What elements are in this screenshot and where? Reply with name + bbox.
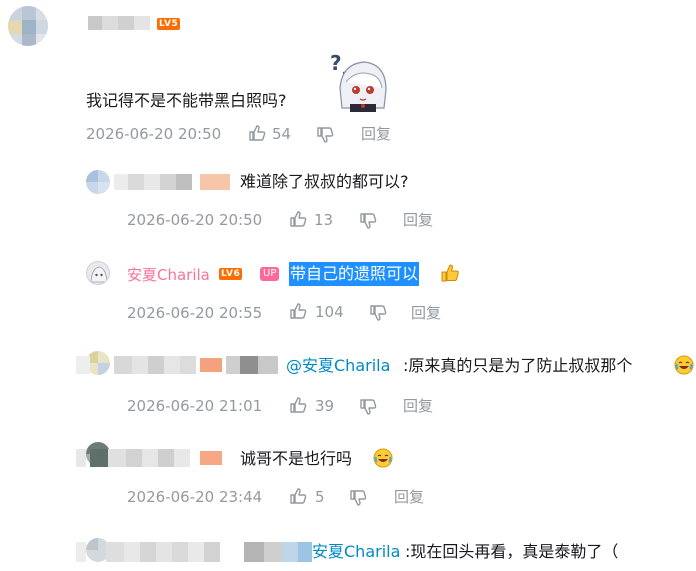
username-blurred[interactable]: [76, 542, 312, 562]
comment-time: 2026-06-20 20:55: [127, 304, 263, 322]
mention-link[interactable]: 安夏Charila: [312, 541, 400, 563]
comment-text: 难道除了叔叔的都可以?: [240, 172, 409, 191]
avatar[interactable]: [8, 6, 48, 46]
thumbs-up-icon[interactable]: [289, 210, 307, 228]
comment-time: 2026-06-20 23:44: [127, 488, 263, 506]
username-blurred[interactable]: [76, 449, 224, 467]
like-count: 104: [315, 303, 344, 321]
thumbs-down-icon[interactable]: [316, 126, 334, 144]
reply-button[interactable]: 回复: [411, 303, 441, 323]
thumbs-up-icon[interactable]: [289, 396, 307, 414]
like-count: 13: [314, 211, 334, 229]
like-count: 5: [315, 488, 325, 506]
reply-button[interactable]: 回复: [361, 124, 391, 144]
svg-text:?: ?: [330, 51, 342, 75]
mention-link[interactable]: @安夏Charila: [286, 355, 390, 377]
anime-sticker-image: ? ?: [326, 48, 392, 114]
thumbs-up-icon[interactable]: [289, 302, 307, 320]
thumbs-down-icon[interactable]: [349, 489, 367, 507]
like-count: 54: [272, 125, 292, 143]
avatar[interactable]: [86, 170, 110, 194]
up-badge: UP: [260, 267, 280, 281]
laughing-crying-emoji-icon: [373, 448, 393, 468]
reply-button[interactable]: 回复: [394, 487, 424, 507]
comment-text-selected: 带自己的遗照可以: [289, 262, 420, 286]
thumbs-down-icon[interactable]: [359, 398, 377, 416]
username-blurred[interactable]: [76, 356, 284, 374]
laughing-crying-emoji-icon: [674, 355, 694, 375]
username-blurred[interactable]: [88, 16, 150, 30]
comment-text: :现在回头再看，真是泰勒了（: [405, 542, 619, 561]
thumbs-up-emoji-icon: [441, 264, 459, 282]
thumbs-up-icon[interactable]: [248, 124, 266, 142]
level-badge: LV5: [157, 18, 181, 30]
reply-button[interactable]: 回复: [403, 210, 433, 230]
username-blurred[interactable]: [114, 174, 234, 190]
comment-time: 2026-06-20 20:50: [127, 211, 263, 229]
thumbs-down-icon[interactable]: [359, 212, 377, 230]
comment-time: 2026-06-20 21:01: [127, 397, 263, 415]
comment-text: 我记得不是不能带黑白照吗?: [86, 91, 287, 110]
avatar[interactable]: [86, 261, 110, 285]
comment-time: 2026-06-20 20:50: [86, 125, 222, 143]
level-badge: LV6: [219, 268, 243, 280]
comment-text: 诚哥不是也行吗: [240, 449, 353, 468]
comment-text: :原来真的只是为了防止叔叔那个: [403, 356, 633, 375]
thumbs-up-icon[interactable]: [289, 487, 307, 505]
like-count: 39: [315, 397, 335, 415]
username[interactable]: 安夏Charila: [127, 264, 210, 286]
reply-button[interactable]: 回复: [403, 396, 433, 416]
thumbs-down-icon[interactable]: [369, 304, 387, 322]
